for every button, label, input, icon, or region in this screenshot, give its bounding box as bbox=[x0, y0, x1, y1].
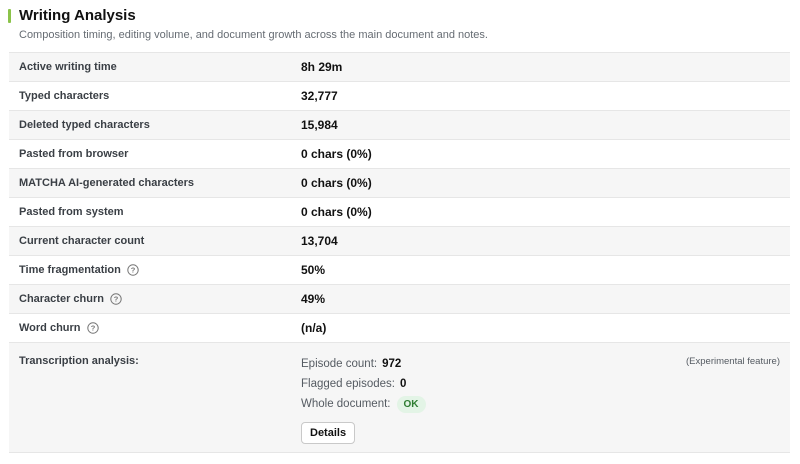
row-value: 49% bbox=[301, 292, 326, 306]
row-label: Current character count bbox=[19, 235, 145, 247]
row-value: 0 chars (0%) bbox=[301, 147, 372, 161]
whole-document-line: Whole document: OK bbox=[301, 394, 426, 414]
row-value: 32,777 bbox=[301, 89, 338, 103]
row-label-text: Word churn bbox=[19, 322, 81, 334]
panel-subtitle: Composition timing, editing volume, and … bbox=[19, 29, 488, 41]
row-label: Deleted typed characters bbox=[19, 119, 150, 131]
table-row: Deleted typed characters 15,984 bbox=[9, 110, 790, 139]
svg-text:?: ? bbox=[131, 266, 136, 275]
row-value: 0 chars (0%) bbox=[301, 176, 372, 190]
transcription-label: Transcription analysis: bbox=[19, 355, 139, 367]
row-label-text: Character churn bbox=[19, 293, 104, 305]
row-value: 0 chars (0%) bbox=[301, 205, 372, 219]
flagged-episodes-line: Flagged episodes: 0 bbox=[301, 374, 426, 394]
transcription-row: Transcription analysis: Episode count: 9… bbox=[9, 342, 790, 453]
question-circle-icon[interactable]: ? bbox=[127, 264, 139, 276]
row-label: Pasted from browser bbox=[19, 148, 129, 160]
table-row: MATCHA AI-generated characters 0 chars (… bbox=[9, 168, 790, 197]
question-circle-icon[interactable]: ? bbox=[86, 322, 99, 334]
row-label: Time fragmentation ? bbox=[19, 264, 139, 276]
svg-text:?: ? bbox=[114, 295, 119, 304]
flagged-episodes-label: Flagged episodes: bbox=[301, 378, 395, 390]
row-label: Word churn ? bbox=[19, 322, 99, 334]
whole-document-label: Whole document: bbox=[301, 398, 391, 410]
accent-bar bbox=[8, 9, 11, 23]
row-label: Character churn ? bbox=[19, 293, 122, 305]
table-row: Current character count 13,704 bbox=[9, 226, 790, 255]
row-label-text: Time fragmentation bbox=[19, 264, 121, 276]
row-value: (n/a) bbox=[301, 321, 327, 335]
svg-text:?: ? bbox=[90, 324, 95, 333]
row-label: Typed characters bbox=[19, 90, 110, 102]
details-button[interactable]: Details bbox=[301, 422, 356, 444]
metrics-table: Active writing time 8h 29m Typed charact… bbox=[9, 52, 790, 453]
transcription-details: Episode count: 972 Flagged episodes: 0 W… bbox=[301, 354, 426, 414]
table-row: Time fragmentation ? 50% bbox=[9, 255, 790, 284]
row-value: 15,984 bbox=[301, 118, 338, 132]
row-value: 13,704 bbox=[301, 234, 338, 248]
writing-analysis-panel: Writing Analysis Composition timing, edi… bbox=[0, 0, 800, 464]
panel-title: Writing Analysis bbox=[19, 7, 136, 24]
row-label: Pasted from system bbox=[19, 206, 124, 218]
panel-header: Writing Analysis Composition timing, edi… bbox=[0, 0, 800, 52]
row-label: MATCHA AI-generated characters bbox=[19, 177, 195, 189]
row-value: 8h 29m bbox=[301, 60, 343, 74]
table-row: Active writing time 8h 29m bbox=[9, 52, 790, 81]
table-row: Word churn ? (n/a) bbox=[9, 313, 790, 342]
status-badge: OK bbox=[396, 395, 426, 413]
episode-count-value: 972 bbox=[382, 358, 402, 370]
table-row: Character churn ? 49% bbox=[9, 284, 790, 313]
table-row: Typed characters 32,777 bbox=[9, 81, 790, 110]
question-circle-icon[interactable]: ? bbox=[110, 293, 122, 305]
row-label: Active writing time bbox=[19, 61, 117, 73]
flagged-episodes-value: 0 bbox=[399, 378, 407, 390]
episode-count-label: Episode count: bbox=[301, 358, 378, 370]
table-row: Pasted from browser 0 chars (0%) bbox=[9, 139, 790, 168]
table-row: Pasted from system 0 chars (0%) bbox=[9, 197, 790, 226]
experimental-note: (Experimental feature) bbox=[686, 356, 780, 367]
episode-count-line: Episode count: 972 bbox=[301, 354, 426, 374]
row-value: 50% bbox=[301, 263, 326, 277]
